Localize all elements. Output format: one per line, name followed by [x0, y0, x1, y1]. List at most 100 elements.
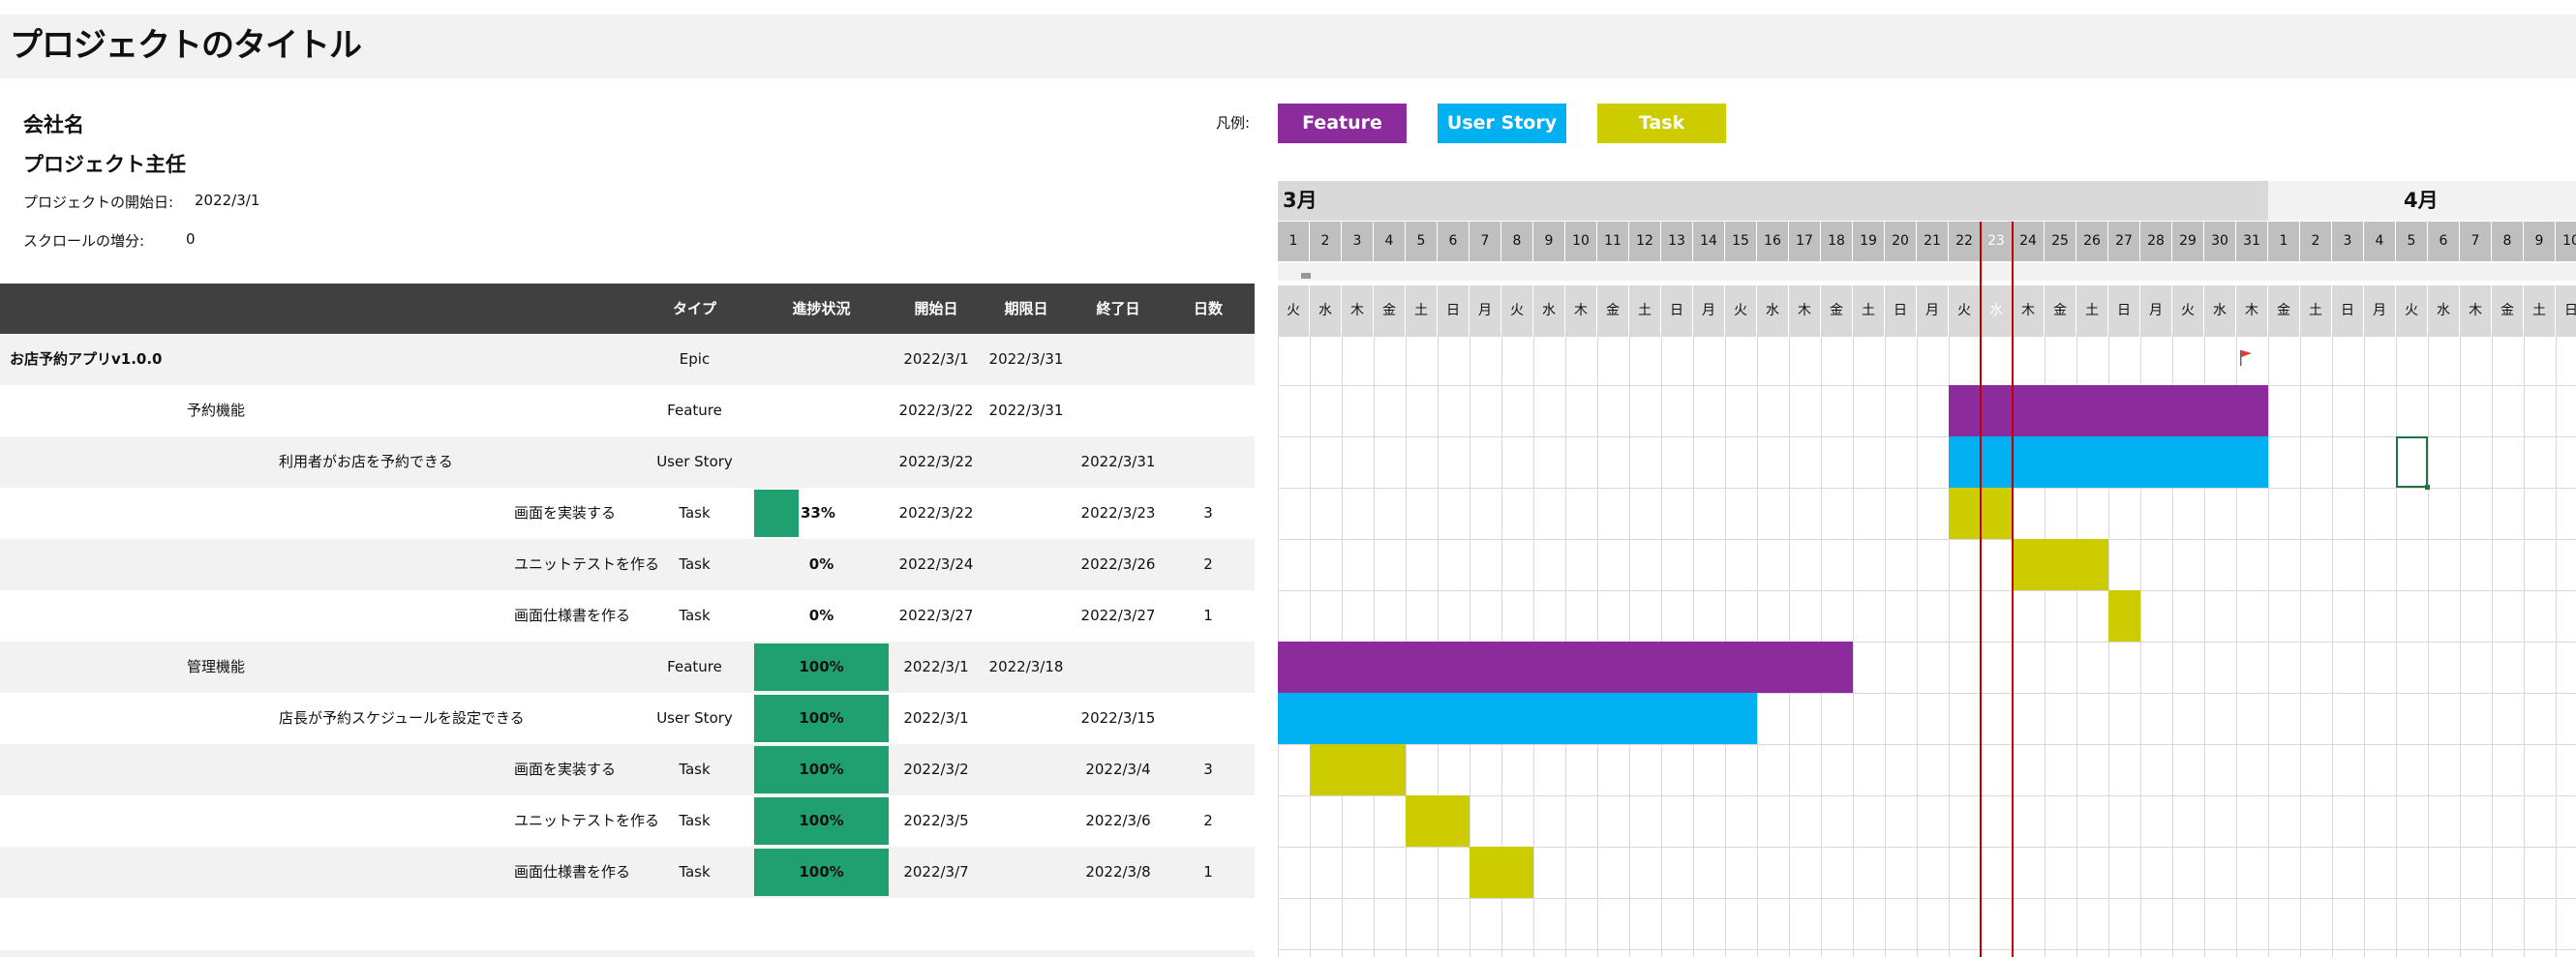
task-name[interactable]: 予約機能 — [187, 385, 245, 436]
task-row[interactable]: 画面を実装する Task 100% 2022/3/2 2022/3/4 3 — [0, 744, 1255, 795]
due-date[interactable] — [984, 693, 1069, 744]
due-date[interactable] — [984, 847, 1069, 898]
fill-handle[interactable] — [2425, 485, 2430, 490]
task-row[interactable]: 管理機能 Feature 100% 2022/3/1 2022/3/18 — [0, 642, 1255, 693]
duration-days[interactable] — [1167, 693, 1249, 744]
gantt-bar-task[interactable] — [1470, 847, 1533, 898]
start-date[interactable]: 2022/3/7 — [889, 847, 984, 898]
start-date[interactable]: 2022/3/1 — [889, 334, 984, 385]
start-date[interactable]: 2022/3/24 — [889, 539, 984, 590]
task-type[interactable]: User Story — [639, 693, 750, 744]
due-date[interactable] — [984, 539, 1069, 590]
task-type[interactable]: Task — [639, 847, 750, 898]
gantt-bar-feature[interactable] — [1949, 385, 2268, 436]
task-row[interactable]: 画面仕様書を作る Task 100% 2022/3/7 2022/3/8 1 — [0, 847, 1255, 898]
due-date[interactable] — [984, 436, 1069, 488]
task-type[interactable]: Feature — [639, 385, 750, 436]
task-type[interactable]: Task — [639, 488, 750, 539]
selected-cell[interactable] — [2396, 436, 2428, 488]
gantt-bar-feature[interactable] — [1278, 642, 1853, 693]
duration-days[interactable] — [1167, 385, 1249, 436]
task-row[interactable]: 予約機能 Feature 2022/3/22 2022/3/31 — [0, 385, 1255, 436]
task-row[interactable]: ユニットテストを作る Task 0% 2022/3/24 2022/3/26 2 — [0, 539, 1255, 590]
duration-days[interactable] — [1167, 642, 1249, 693]
duration-days[interactable]: 3 — [1167, 488, 1249, 539]
start-date[interactable]: 2022/3/1 — [889, 693, 984, 744]
task-name[interactable]: 画面仕様書を作る — [514, 847, 630, 898]
duration-days[interactable] — [1167, 436, 1249, 488]
due-date[interactable] — [984, 590, 1069, 642]
task-row[interactable]: お店予約アプリv1.0.0 Epic 2022/3/1 2022/3/31 — [0, 334, 1255, 385]
task-type[interactable]: Task — [639, 744, 750, 795]
progress-cell[interactable]: 33% — [754, 490, 889, 537]
scroll-increment-value[interactable]: 0 — [186, 230, 196, 248]
task-type[interactable]: Epic — [639, 334, 750, 385]
task-name[interactable]: ユニットテストを作る — [514, 539, 659, 590]
task-name[interactable]: 利用者がお店を予約できる — [279, 436, 453, 488]
task-type[interactable]: Task — [639, 539, 750, 590]
task-name[interactable]: ユニットテストを作る — [514, 795, 659, 847]
start-date[interactable]: 2022/3/22 — [889, 385, 984, 436]
task-name[interactable]: 店長が予約スケジュールを設定できる — [279, 693, 525, 744]
task-name[interactable]: 管理機能 — [187, 642, 245, 693]
task-type[interactable]: Feature — [639, 642, 750, 693]
due-date[interactable] — [984, 488, 1069, 539]
progress-cell[interactable]: 100% — [754, 695, 889, 742]
end-date[interactable]: 2022/3/27 — [1069, 590, 1167, 642]
start-date[interactable]: 2022/3/22 — [889, 436, 984, 488]
end-date[interactable]: 2022/3/4 — [1069, 744, 1167, 795]
duration-days[interactable]: 2 — [1167, 539, 1249, 590]
gantt-bar-task[interactable] — [1310, 744, 1406, 795]
end-date[interactable]: 2022/3/23 — [1069, 488, 1167, 539]
start-date[interactable]: 2022/3/1 — [889, 642, 984, 693]
progress-cell[interactable]: 0% — [754, 592, 889, 640]
end-date[interactable]: 2022/3/31 — [1069, 436, 1167, 488]
scroll-handle[interactable] — [1301, 273, 1311, 279]
duration-days[interactable]: 2 — [1167, 795, 1249, 847]
duration-days[interactable]: 1 — [1167, 847, 1249, 898]
duration-days[interactable]: 3 — [1167, 744, 1249, 795]
due-date[interactable] — [984, 744, 1069, 795]
end-date[interactable]: 2022/3/26 — [1069, 539, 1167, 590]
end-date[interactable]: 2022/3/8 — [1069, 847, 1167, 898]
duration-days[interactable]: 1 — [1167, 590, 1249, 642]
end-date[interactable] — [1069, 334, 1167, 385]
start-date[interactable]: 2022/3/5 — [889, 795, 984, 847]
end-date[interactable]: 2022/3/15 — [1069, 693, 1167, 744]
task-name[interactable]: 画面を実装する — [514, 488, 616, 539]
gantt-bar-task[interactable] — [2108, 590, 2140, 642]
task-row[interactable]: 利用者がお店を予約できる User Story 2022/3/22 2022/3/31 — [0, 436, 1255, 488]
task-row[interactable]: 画面を実装する Task 33% 2022/3/22 2022/3/23 3 — [0, 488, 1255, 539]
due-date[interactable]: 2022/3/31 — [984, 334, 1069, 385]
due-date[interactable]: 2022/3/18 — [984, 642, 1069, 693]
start-date[interactable]: 2022/3/27 — [889, 590, 984, 642]
task-name[interactable]: 画面仕様書を作る — [514, 590, 630, 642]
progress-cell[interactable]: 0% — [754, 541, 889, 588]
task-name[interactable]: 画面を実装する — [514, 744, 616, 795]
task-type[interactable]: Task — [639, 795, 750, 847]
day-number: 9 — [2524, 222, 2556, 261]
gantt-bar-user-story[interactable] — [1278, 693, 1757, 744]
task-type[interactable]: Task — [639, 590, 750, 642]
project-start-value[interactable]: 2022/3/1 — [195, 192, 259, 209]
task-row[interactable]: ユニットテストを作る Task 100% 2022/3/5 2022/3/6 2 — [0, 795, 1255, 847]
task-name[interactable]: お店予約アプリv1.0.0 — [10, 334, 163, 385]
progress-cell[interactable]: 100% — [754, 797, 889, 845]
progress-cell[interactable]: 100% — [754, 643, 889, 691]
task-type[interactable]: User Story — [639, 436, 750, 488]
gantt-bar-task[interactable] — [2013, 539, 2108, 590]
duration-days[interactable] — [1167, 334, 1249, 385]
due-date[interactable] — [984, 795, 1069, 847]
progress-cell[interactable]: 100% — [754, 849, 889, 896]
progress-cell[interactable]: 100% — [754, 746, 889, 793]
due-date[interactable]: 2022/3/31 — [984, 385, 1069, 436]
task-row[interactable]: 画面仕様書を作る Task 0% 2022/3/27 2022/3/27 1 — [0, 590, 1255, 642]
end-date[interactable] — [1069, 642, 1167, 693]
end-date[interactable]: 2022/3/6 — [1069, 795, 1167, 847]
start-date[interactable]: 2022/3/2 — [889, 744, 984, 795]
gantt-bar-user-story[interactable] — [1949, 436, 2268, 488]
task-row[interactable]: 店長が予約スケジュールを設定できる User Story 100% 2022/3/1 2… — [0, 693, 1255, 744]
gantt-bar-task[interactable] — [1406, 795, 1470, 847]
start-date[interactable]: 2022/3/22 — [889, 488, 984, 539]
end-date[interactable] — [1069, 385, 1167, 436]
